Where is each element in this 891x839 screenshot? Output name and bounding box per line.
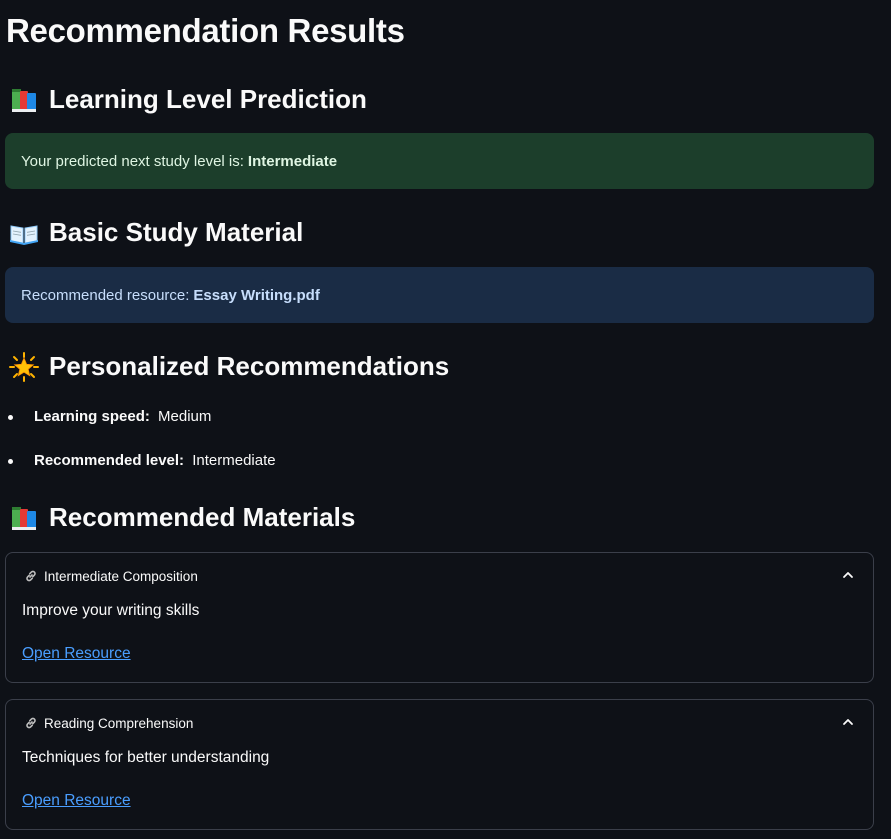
list-item: Recommended level: Intermediate [0,442,276,486]
section-heading-personalized: Personalized Recommendations [9,351,449,382]
books-icon [9,85,39,115]
material-expander: Reading Comprehension Techniques for bet… [5,699,874,830]
list-item: Learning speed: Medium [0,398,276,442]
bullet-dot [8,415,13,420]
section-heading-label: Recommended Materials [49,502,356,532]
material-expander: Intermediate Composition Improve your wr… [5,552,874,683]
page-title: Recommendation Results [6,12,405,49]
section-heading-label: Personalized Recommendations [49,351,450,381]
open-book-icon [9,218,39,248]
list-item-value: Intermediate [192,452,276,469]
expander-description: Improve your writing skills [22,602,200,619]
expander-description: Techniques for better understanding [22,749,270,766]
glowing-star-icon [9,351,39,382]
section-heading-label: Learning Level Prediction [49,84,367,114]
expander-header[interactable]: Reading Comprehension [6,700,873,746]
chevron-up-icon[interactable] [841,715,855,729]
open-resource-link[interactable]: Open Resource [22,645,131,663]
list-item-value: Medium [158,408,212,425]
link-icon [24,716,38,730]
section-heading-basic-material: Basic Study Material [9,217,303,248]
page: Recommendation Results Learning Level Pr… [0,0,891,839]
prediction-alert-value: Intermediate [247,152,338,170]
personalized-list: Learning speed: Medium Recommended level… [0,398,276,486]
section-heading-materials: Recommended Materials [9,502,355,533]
chevron-up-icon[interactable] [841,568,855,582]
prediction-alert-text: Your predicted next study level is: [21,152,244,170]
section-heading-label: Basic Study Material [49,217,304,247]
list-item-label: Learning speed: [34,408,150,425]
link-icon [24,569,38,583]
prediction-alert: Your predicted next study level is: Inte… [5,133,874,189]
section-heading-prediction: Learning Level Prediction [9,84,367,115]
expander-header[interactable]: Intermediate Composition [6,553,873,599]
books-icon [9,503,39,533]
expander-title: Reading Comprehension [44,715,194,731]
basic-material-alert: Recommended resource: Essay Writing.pdf [5,267,874,323]
basic-material-alert-text: Recommended resource: [21,286,190,304]
open-resource-link[interactable]: Open Resource [22,792,131,810]
expander-title: Intermediate Composition [44,568,198,584]
basic-material-alert-value: Essay Writing.pdf [193,286,320,304]
list-item-label: Recommended level: [34,452,185,469]
bullet-dot [8,459,13,464]
